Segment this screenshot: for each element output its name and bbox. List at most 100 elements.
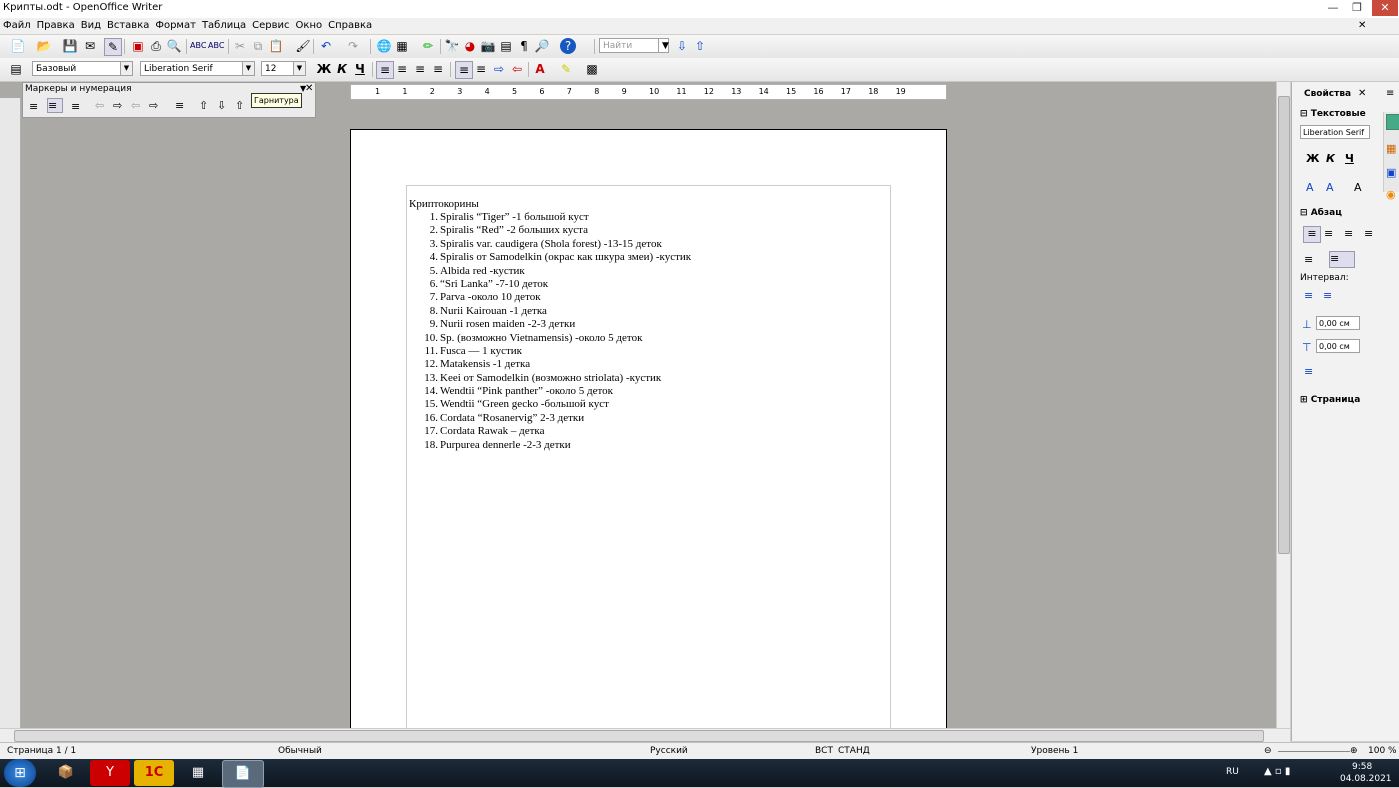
list-item[interactable]: 18. Purpurea dennerle -2-3 детки (418, 439, 691, 452)
increase-spacing-icon[interactable]: ≡ (1304, 289, 1313, 302)
menu-insert[interactable]: Вставка (104, 18, 152, 34)
autospell-icon[interactable]: ABC (208, 38, 224, 54)
bold-button[interactable]: Ж (316, 61, 332, 77)
list-item[interactable]: 8. Nurii Kairouan -1 детка (418, 305, 691, 318)
openoffice-writer-taskbar[interactable]: 📄 (222, 760, 264, 788)
list-item[interactable]: 9. Nurii rosen maiden -2-3 детки (418, 318, 691, 331)
status-insert-mode[interactable]: ВСТ (815, 746, 833, 756)
export-pdf-icon[interactable]: ▣ (130, 38, 146, 54)
spacing-below-input[interactable]: 0,00 см (1316, 339, 1360, 353)
spellcheck-icon[interactable]: ABC (190, 38, 206, 54)
promote-icon[interactable]: ⇦ (95, 99, 104, 112)
vertical-scrollbar[interactable] (1276, 82, 1290, 728)
gallery-tab-icon[interactable]: ▣ (1386, 166, 1396, 179)
list-item[interactable]: 5. Albida red -кустик (418, 265, 691, 278)
align-left-icon[interactable]: ≡ (376, 61, 394, 79)
list-item[interactable]: 13. Keei от Samodelkin (возможно striolat… (418, 372, 691, 385)
start-button[interactable]: ⊞ (4, 759, 36, 787)
properties-tab-icon[interactable] (1386, 114, 1399, 130)
status-zoom[interactable]: 100 % (1368, 746, 1397, 756)
demote-icon[interactable]: ⇨ (113, 99, 122, 112)
clone-format-icon[interactable]: 🖌 (295, 38, 311, 54)
redo-icon[interactable]: ↷ (345, 38, 361, 54)
zoom-icon[interactable]: 🔎 (534, 38, 550, 54)
line-spacing-icon[interactable]: ≡ (1304, 365, 1313, 378)
close-document-icon[interactable]: ✕ (1358, 20, 1366, 31)
sidebar-bold-button[interactable]: Ж (1306, 152, 1319, 165)
list-item[interactable]: 4. Spiralis от Samodelkin (окрас как шкур… (418, 251, 691, 264)
menu-tools[interactable]: Сервис (249, 18, 292, 34)
zoom-slider[interactable] (1278, 751, 1350, 752)
character-spacing-icon[interactable]: A (1354, 181, 1362, 194)
grow-font-icon[interactable]: A (1306, 181, 1314, 194)
italic-button[interactable]: К (334, 61, 350, 77)
status-language[interactable]: Русский (650, 746, 688, 756)
navigator-tab-icon[interactable]: ◉ (1386, 188, 1396, 201)
list-item[interactable]: 11. Fusca — 1 кустик (418, 345, 691, 358)
sidebar-bullets-icon[interactable]: ≡ (1304, 253, 1313, 266)
taskbar-app-1[interactable]: 📦 (46, 760, 86, 786)
menu-window[interactable]: Окно (293, 18, 326, 34)
background-color-icon[interactable]: ▩ (584, 61, 600, 77)
zoom-in-icon[interactable]: ⊕ (1350, 746, 1358, 756)
minimize-button[interactable]: — (1322, 0, 1344, 16)
chevron-down-icon[interactable]: ▼ (120, 62, 132, 75)
promote-one-level-icon[interactable]: ⇦ (131, 99, 140, 112)
paste-icon[interactable]: 📋 (268, 38, 284, 54)
print-icon[interactable]: ⎙ (148, 38, 164, 54)
sidebar-italic-button[interactable]: К (1326, 152, 1335, 165)
chevron-down-icon[interactable]: ▼ (242, 62, 254, 75)
cut-icon[interactable]: ✂ (232, 38, 248, 54)
bullets-off-icon[interactable]: ≡ (29, 100, 38, 113)
status-selection-mode[interactable]: СТАНД (838, 746, 870, 756)
find-previous-icon[interactable]: ⇧ (692, 38, 708, 54)
scroll-thumb[interactable] (14, 730, 1264, 742)
sidebar-justify-icon[interactable]: ≡ (1364, 227, 1373, 240)
sidebar-align-left-icon[interactable]: ≡ (1303, 226, 1321, 243)
close-icon[interactable]: ✕ (1358, 88, 1366, 99)
decrease-indent-icon[interactable]: ⇦ (509, 61, 525, 77)
document-heading[interactable]: Криптокорины (409, 198, 479, 210)
move-up-with-subpoints-icon[interactable]: ⇧ (235, 99, 244, 112)
justify-icon[interactable]: ≡ (430, 61, 446, 77)
list-item[interactable]: 7. Parva -около 10 деток (418, 291, 691, 304)
styles-tab-icon[interactable]: ▦ (1386, 142, 1396, 155)
font-name-select[interactable]: Liberation Serif ▼ (140, 61, 255, 76)
align-right-icon[interactable]: ≡ (412, 61, 428, 77)
sidebar-numbering-icon[interactable]: ≡ (1329, 251, 1355, 268)
menu-edit[interactable]: Правка (34, 18, 78, 34)
scroll-thumb[interactable] (1278, 96, 1290, 554)
data-sources-icon[interactable]: ▤ (498, 38, 514, 54)
undo-icon[interactable]: ↶ (318, 38, 334, 54)
taskbar-app-4[interactable]: ▦ (178, 760, 218, 786)
chevron-down-icon[interactable]: ▼ (658, 38, 669, 53)
close-button[interactable]: ✕ (1372, 0, 1398, 16)
list-item[interactable]: 6. “Sri Lanka” -7-10 деток (418, 278, 691, 291)
edit-mode-icon[interactable]: ✎ (104, 38, 122, 56)
sidebar-align-center-icon[interactable]: ≡ (1324, 227, 1333, 240)
underline-button[interactable]: Ч (352, 61, 368, 77)
bullets-icon[interactable]: ≡ (473, 61, 489, 77)
paragraph-section-header[interactable]: ⊟ Абзац (1300, 208, 1342, 218)
menu-format[interactable]: Формат (152, 18, 199, 34)
find-next-icon[interactable]: ⇩ (674, 38, 690, 54)
chevron-down-icon[interactable]: ▼ (293, 62, 305, 75)
open-icon[interactable]: 📂 (36, 38, 52, 54)
save-icon[interactable]: 💾 (62, 38, 78, 54)
find-replace-icon[interactable]: 🔭 (444, 38, 460, 54)
list-item[interactable]: 1. Spiralis “Tiger” -1 большой куст (418, 211, 691, 224)
shrink-font-icon[interactable]: A (1326, 181, 1334, 194)
page-section-header[interactable]: ⊞ Страница (1300, 395, 1360, 405)
new-document-icon[interactable]: 📄 (10, 38, 26, 54)
horizontal-scrollbar[interactable] (0, 728, 1290, 742)
list-item[interactable]: 3. Spiralis var. caudigera (Shola forest)… (418, 238, 691, 251)
list-item[interactable]: 12. Matakensis -1 детка (418, 358, 691, 371)
no-list-icon[interactable]: ≡ (71, 100, 80, 113)
highlight-icon[interactable]: ✎ (558, 61, 574, 77)
1c-icon[interactable]: 1C (134, 760, 174, 786)
numbering-icon[interactable]: ≡ (455, 61, 473, 79)
sidebar-menu-icon[interactable]: ≡ (1386, 88, 1394, 99)
table-icon[interactable]: ▦ (394, 38, 410, 54)
list-item[interactable]: 15. Wendtii “Green gecko -большой куст (418, 398, 691, 411)
list-item[interactable]: 2. Spiralis “Red” -2 больших куста (418, 224, 691, 237)
